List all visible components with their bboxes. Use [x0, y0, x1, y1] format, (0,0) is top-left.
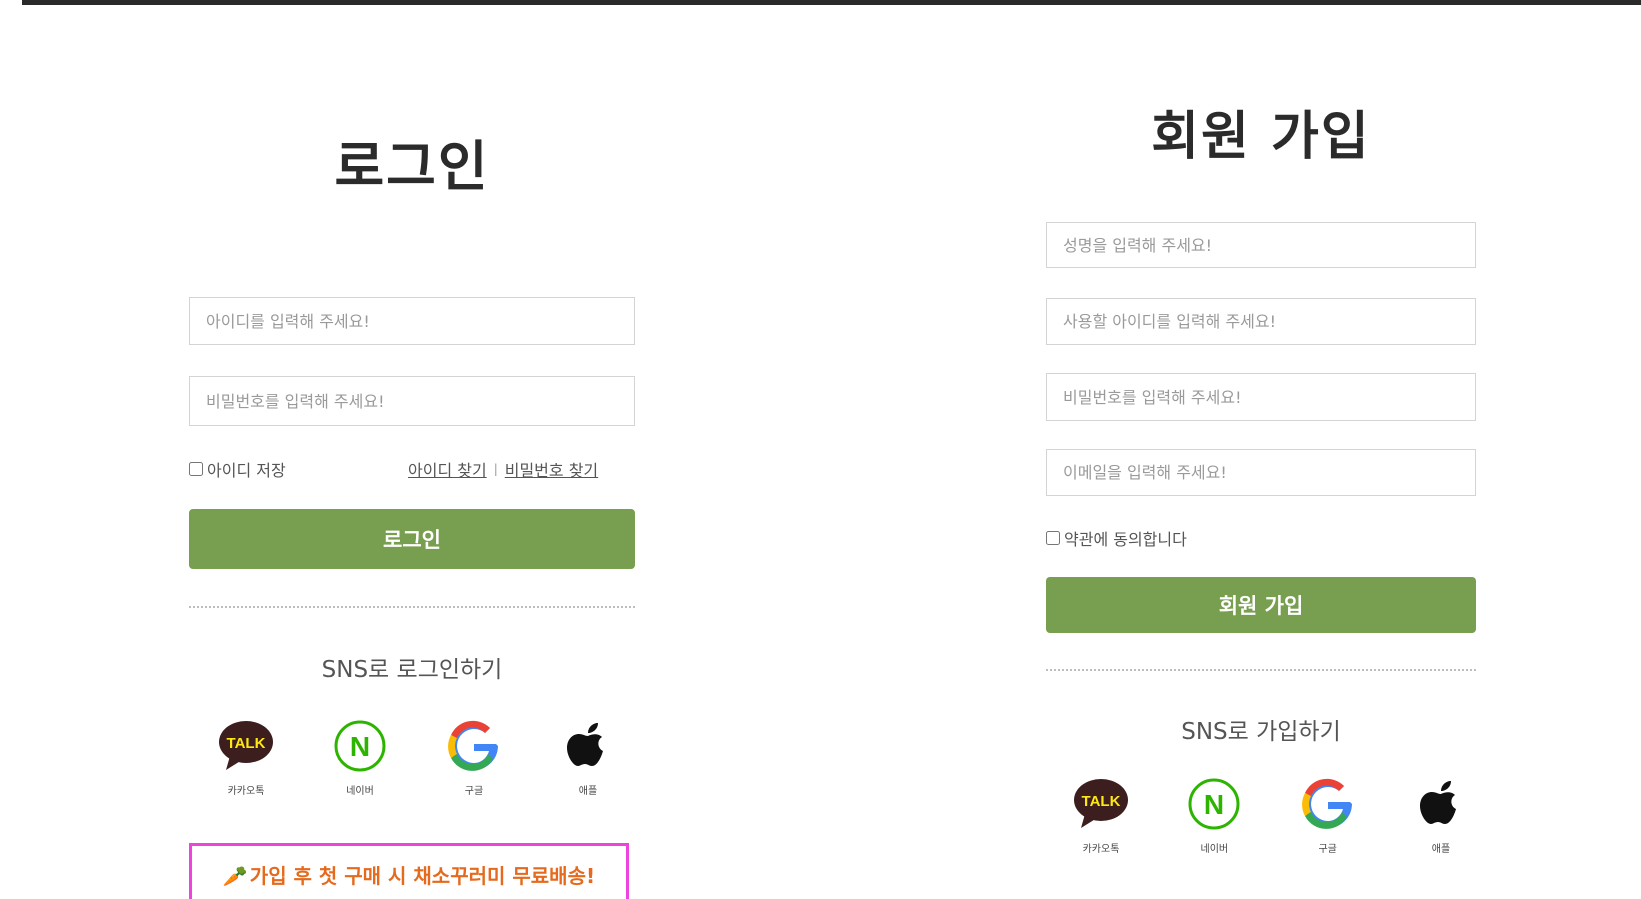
naver-icon: N [334, 720, 386, 772]
login-naver-button[interactable]: N 네이버 [322, 716, 398, 797]
remember-id-option[interactable]: 아이디 저장 [189, 458, 286, 480]
login-sns-row: TALK 카카오톡 N 네이버 구글 애플 [208, 716, 626, 797]
promo-text: 가입 후 첫 구매 시 채소꾸러미 무료배송! [249, 864, 596, 888]
top-bar [22, 0, 1641, 5]
find-password-link[interactable]: 비밀번호 찾기 [505, 457, 598, 481]
signup-apple-button[interactable]: 애플 [1403, 774, 1479, 855]
google-label: 구글 [464, 786, 484, 797]
apple-icon [567, 723, 603, 766]
kakao-badge-text: TALK [1082, 793, 1121, 810]
agree-terms-label: 약관에 동의합니다 [1064, 530, 1187, 549]
signup-sns-row: TALK 카카오톡 N 네이버 구글 애플 [1063, 774, 1479, 855]
signup-id-input[interactable] [1046, 298, 1476, 345]
link-separator: | [493, 462, 498, 476]
signup-divider [1046, 669, 1476, 671]
naver-badge-text: N [1204, 789, 1224, 820]
signup-title: 회원 가입 [1151, 107, 1371, 167]
login-button[interactable]: 로그인 [189, 509, 635, 569]
signup-sns-title: SNS로 가입하기 [1181, 719, 1341, 745]
kakao-talk-icon: TALK [219, 721, 273, 770]
login-sns-title: SNS로 로그인하기 [321, 657, 503, 683]
signup-email-input[interactable] [1046, 449, 1476, 496]
kakao-label: 카카오톡 [227, 786, 265, 797]
agree-terms-checkbox[interactable] [1046, 531, 1060, 545]
signup-button[interactable]: 회원 가입 [1046, 577, 1476, 633]
login-id-input[interactable] [189, 297, 635, 345]
signup-password-input[interactable] [1046, 373, 1476, 421]
login-title: 로그인 [334, 135, 490, 198]
apple-label: 애플 [1431, 844, 1451, 855]
login-apple-button[interactable]: 애플 [550, 716, 626, 797]
find-id-link[interactable]: 아이디 찾기 [408, 457, 487, 481]
kakao-label: 카카오톡 [1082, 844, 1120, 855]
naver-label: 네이버 [346, 786, 374, 797]
naver-icon: N [1188, 778, 1240, 830]
apple-icon [1419, 781, 1456, 824]
signup-naver-button[interactable]: N 네이버 [1176, 774, 1252, 855]
login-kakao-button[interactable]: TALK 카카오톡 [208, 716, 284, 797]
signup-name-input[interactable] [1046, 222, 1476, 268]
remember-id-label: 아이디 저장 [207, 461, 286, 480]
signup-kakao-button[interactable]: TALK 카카오톡 [1063, 774, 1139, 855]
google-label: 구글 [1318, 844, 1337, 855]
login-divider [189, 606, 635, 608]
login-google-button[interactable]: 구글 [436, 716, 512, 797]
naver-badge-text: N [350, 731, 370, 762]
kakao-talk-icon: TALK [1074, 779, 1128, 828]
signup-google-button[interactable]: 구글 [1290, 774, 1366, 855]
find-links: 아이디 찾기 | 비밀번호 찾기 [408, 458, 598, 480]
agree-terms-option[interactable]: 약관에 동의합니다 [1046, 527, 1187, 549]
apple-label: 애플 [578, 786, 598, 797]
remember-id-checkbox[interactable] [189, 462, 203, 476]
carrot-icon: 🥕 [222, 864, 248, 888]
naver-label: 네이버 [1200, 844, 1229, 855]
google-icon [448, 720, 498, 771]
google-icon [1301, 778, 1352, 829]
promo-banner: 🥕 가입 후 첫 구매 시 채소꾸러미 무료배송! [189, 843, 629, 899]
kakao-badge-text: TALK [227, 735, 266, 752]
login-password-input[interactable] [189, 376, 635, 426]
